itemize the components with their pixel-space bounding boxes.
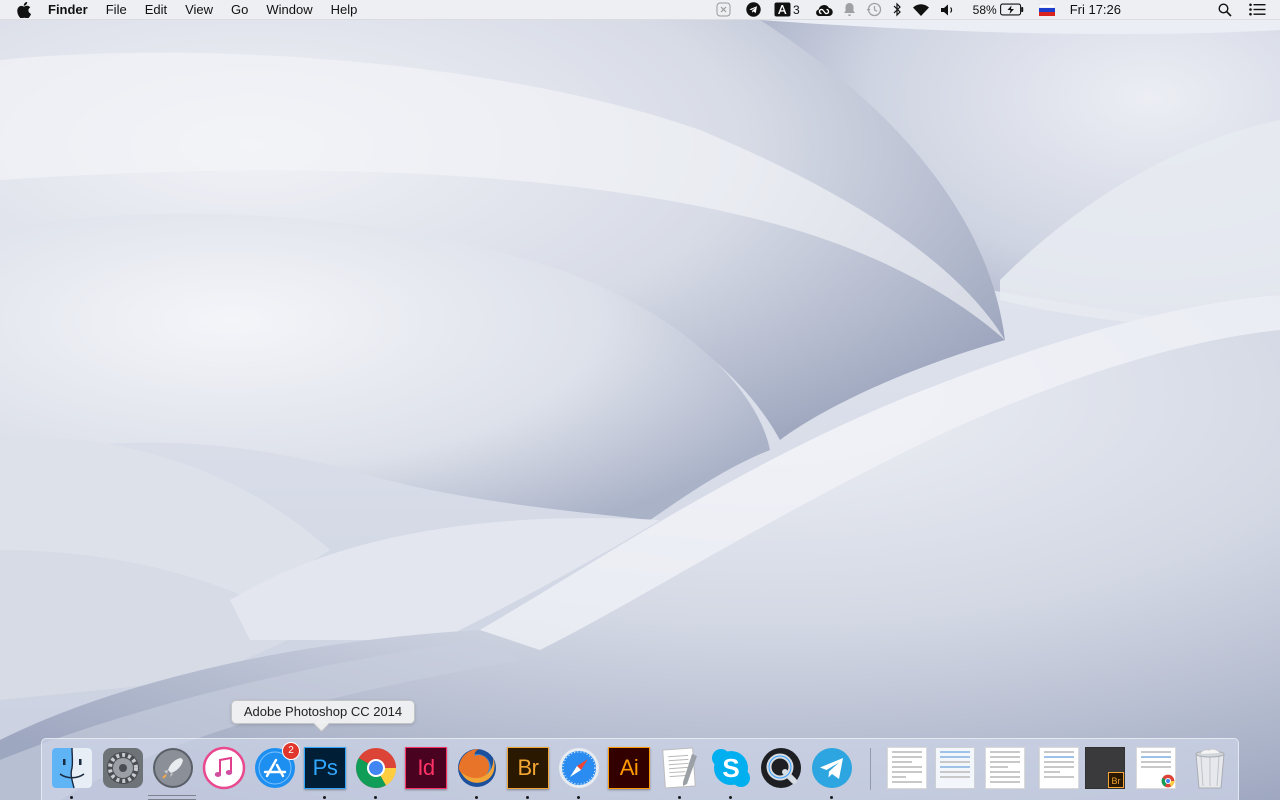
bridge-mini-icon: Br <box>1108 772 1124 788</box>
running-indicator <box>577 796 580 799</box>
menu-file[interactable]: File <box>97 0 136 20</box>
dock-tooltip: Adobe Photoshop CC 2014 <box>231 700 415 733</box>
minimized-window[interactable] <box>887 747 927 789</box>
minimized-window[interactable] <box>1039 747 1079 789</box>
dock-item-bridge[interactable]: Br <box>506 746 550 790</box>
creative-cloud-icon[interactable] <box>815 0 833 20</box>
dock-item-system-preferences[interactable] <box>101 746 145 790</box>
app-store-badge: 2 <box>282 742 300 760</box>
dock-item-photoshop[interactable]: Ps <box>303 746 347 790</box>
apple-logo-icon[interactable] <box>17 1 32 18</box>
finder-icon <box>52 747 92 789</box>
trash-icon <box>1195 748 1225 789</box>
dock: 2 Ps Id Br Ai S Br <box>41 738 1239 800</box>
telegram-dock-icon <box>812 748 852 788</box>
launchpad-indicator <box>148 795 196 800</box>
dock-item-chrome[interactable] <box>354 746 398 790</box>
dock-item-telegram[interactable] <box>810 746 854 790</box>
desktop-wallpaper <box>0 0 1280 800</box>
skype-icon: S <box>712 749 750 787</box>
wifi-icon[interactable] <box>912 0 930 20</box>
dock-item-itunes[interactable] <box>202 746 246 790</box>
bridge-icon: Br <box>507 747 549 789</box>
menu-app-finder[interactable]: Finder <box>48 0 97 20</box>
adobe-ai-icon[interactable] <box>774 0 791 20</box>
minimized-window[interactable] <box>935 747 975 789</box>
dock-tooltip-text: Adobe Photoshop CC 2014 <box>243 704 403 719</box>
volume-icon[interactable] <box>940 0 956 20</box>
running-indicator <box>70 796 73 799</box>
dock-item-app-store[interactable]: 2 <box>253 742 300 790</box>
running-indicator <box>374 796 377 799</box>
minimized-window-bridge[interactable]: Br <box>1085 747 1125 789</box>
telegram-icon[interactable] <box>746 0 761 20</box>
rocket-icon <box>153 748 193 788</box>
menu-help[interactable]: Help <box>322 0 367 20</box>
dock-item-illustrator[interactable]: Ai <box>607 746 651 790</box>
menu-go[interactable]: Go <box>222 0 257 20</box>
menu-bar: Finder File Edit View Go Window Help 3 5… <box>0 0 1280 20</box>
running-indicator <box>729 796 732 799</box>
menu-window[interactable]: Window <box>257 0 321 20</box>
flag-icon[interactable] <box>1038 0 1055 20</box>
battery-percent: 58% <box>972 2 997 17</box>
dock-item-quicktime[interactable] <box>759 746 803 790</box>
menu-edit[interactable]: Edit <box>136 0 176 20</box>
gear-icon <box>103 748 143 788</box>
notification-center-icon[interactable] <box>1249 0 1266 20</box>
music-note-icon <box>202 746 246 790</box>
menu-clock[interactable]: Fri 17:26 <box>1070 0 1121 20</box>
chrome-icon <box>356 748 396 788</box>
running-indicator <box>526 796 529 799</box>
spotlight-icon[interactable] <box>1218 0 1232 20</box>
dock-item-indesign[interactable]: Id <box>404 746 448 790</box>
dock-item-finder[interactable] <box>50 746 94 790</box>
time-machine-icon[interactable] <box>866 0 882 20</box>
dock-separator <box>870 748 871 790</box>
running-indicator <box>323 796 326 799</box>
menu-view[interactable]: View <box>176 0 222 20</box>
chrome-mini-icon <box>1161 774 1175 788</box>
quicktime-icon <box>761 748 801 788</box>
running-indicator <box>678 796 681 799</box>
dock-item-trash[interactable] <box>1188 746 1232 790</box>
textedit-icon <box>662 747 697 789</box>
firefox-icon <box>458 749 496 787</box>
notification-bell-icon[interactable] <box>843 0 856 20</box>
svg-text:S: S <box>722 753 739 783</box>
compass-icon <box>559 748 599 788</box>
running-indicator <box>830 796 833 799</box>
indesign-icon: Id <box>405 747 447 789</box>
dock-item-safari[interactable] <box>557 746 601 790</box>
dock-item-textedit[interactable] <box>658 746 702 790</box>
running-indicator <box>475 796 478 799</box>
dock-item-launchpad[interactable] <box>151 746 195 790</box>
photoshop-icon: Ps <box>304 747 346 789</box>
minimized-window-chrome[interactable] <box>1136 747 1176 789</box>
dock-item-skype[interactable]: S <box>709 746 753 790</box>
dock-item-firefox[interactable] <box>455 746 499 790</box>
illustrator-icon: Ai <box>608 747 650 789</box>
bluetooth-icon[interactable] <box>892 0 902 20</box>
adobe-count: 3 <box>792 2 800 17</box>
dnd-x-icon[interactable] <box>716 0 731 20</box>
minimized-window[interactable] <box>985 747 1025 789</box>
battery-icon[interactable] <box>999 0 1024 20</box>
